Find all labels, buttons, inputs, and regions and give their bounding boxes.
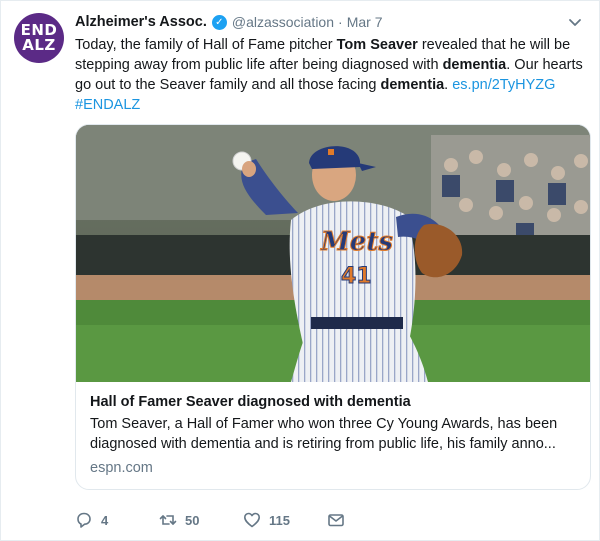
envelope-icon xyxy=(328,514,344,527)
hashtag-link[interactable]: #ENDALZ xyxy=(75,97,140,113)
message-button[interactable] xyxy=(327,511,411,529)
reply-icon xyxy=(77,512,91,528)
reply-button[interactable]: 4 xyxy=(75,511,159,529)
tweet-actions: 4 50 115 xyxy=(75,509,495,531)
avatar-line-2: ALZ xyxy=(22,36,56,54)
tweet-link[interactable]: es.pn/2TyHYZG xyxy=(452,77,555,93)
retweet-count: 50 xyxy=(185,512,200,528)
like-button[interactable]: 115 xyxy=(243,511,327,529)
card-title[interactable]: Hall of Famer Seaver diagnosed with deme… xyxy=(90,393,576,412)
tweet-text: Today, the family of Hall of Fame pitche… xyxy=(75,37,583,113)
bold-tom-seaver: Tom Seaver xyxy=(336,37,418,53)
verified-badge-icon: ✓ xyxy=(211,14,227,30)
card-body: Hall of Famer Seaver diagnosed with deme… xyxy=(76,382,590,478)
separator-dot: · xyxy=(338,14,343,30)
heart-icon xyxy=(244,512,260,528)
jersey-script: Mets xyxy=(320,227,393,257)
card-description: Tom Seaver, a Hall of Famer who won thre… xyxy=(90,416,558,452)
tweet[interactable]: END ALZ Alzheimer's Assoc. ✓ @alzassocia… xyxy=(0,0,600,541)
author-name[interactable]: Alzheimer's Assoc. xyxy=(75,14,207,30)
tweet-header: Alzheimer's Assoc. ✓ @alzassociation · M… xyxy=(75,11,585,33)
tweet-content: Alzheimer's Assoc. ✓ @alzassociation · M… xyxy=(75,11,591,528)
retweet-button[interactable]: 50 xyxy=(159,511,243,529)
like-count: 115 xyxy=(269,512,290,528)
author-handle[interactable]: @alzassociation xyxy=(232,14,334,30)
link-card[interactable]: Mets 41 Hall of Famer Seaver diagnosed w… xyxy=(75,124,591,490)
bold-dementia-2: dementia xyxy=(380,77,445,93)
avatar[interactable]: END ALZ xyxy=(14,13,64,63)
jersey-number: 41 xyxy=(341,264,372,289)
bold-dementia-1: dementia xyxy=(442,57,507,73)
chevron-down-icon[interactable] xyxy=(565,15,585,31)
reply-count: 4 xyxy=(101,512,109,528)
card-domain: espn.com xyxy=(90,460,153,476)
baseball-pitcher-photo: Mets 41 xyxy=(76,125,590,382)
card-image[interactable]: Mets 41 xyxy=(76,125,590,382)
retweet-icon xyxy=(159,515,177,525)
tweet-timestamp[interactable]: Mar 7 xyxy=(347,14,383,30)
